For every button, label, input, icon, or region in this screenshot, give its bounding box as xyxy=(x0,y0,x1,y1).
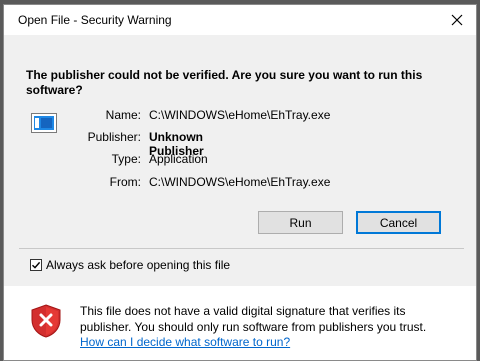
warning-headline: The publisher could not be verified. Are… xyxy=(26,68,423,97)
divider xyxy=(19,248,464,249)
title-bar: Open File - Security Warning xyxy=(4,5,476,35)
warning-footer: This file does not have a valid digital … xyxy=(4,286,476,360)
cancel-button[interactable]: Cancel xyxy=(356,211,441,234)
footer-warning-text: This file does not have a valid digital … xyxy=(80,304,427,334)
always-ask-checkbox[interactable] xyxy=(30,259,42,271)
checkmark-icon xyxy=(32,261,41,269)
run-button[interactable]: Run xyxy=(258,211,343,234)
window-title: Open File - Security Warning xyxy=(18,13,172,27)
security-warning-dialog: Open File - Security Warning The publish… xyxy=(3,4,477,361)
from-label: From: xyxy=(109,175,141,189)
close-icon xyxy=(451,14,463,26)
publisher-label: Publisher: xyxy=(87,130,141,144)
help-link[interactable]: How can I decide what software to run? xyxy=(80,335,290,349)
type-value: Application xyxy=(149,152,208,166)
name-value: C:\WINDOWS\eHome\EhTray.exe xyxy=(149,108,331,122)
security-shield-error-icon xyxy=(31,304,61,338)
name-label: Name: xyxy=(105,108,141,122)
always-ask-label[interactable]: Always ask before opening this file xyxy=(46,258,230,272)
from-value: C:\WINDOWS\eHome\EhTray.exe xyxy=(149,175,331,189)
type-label: Type: xyxy=(111,152,141,166)
close-button[interactable] xyxy=(446,9,468,31)
